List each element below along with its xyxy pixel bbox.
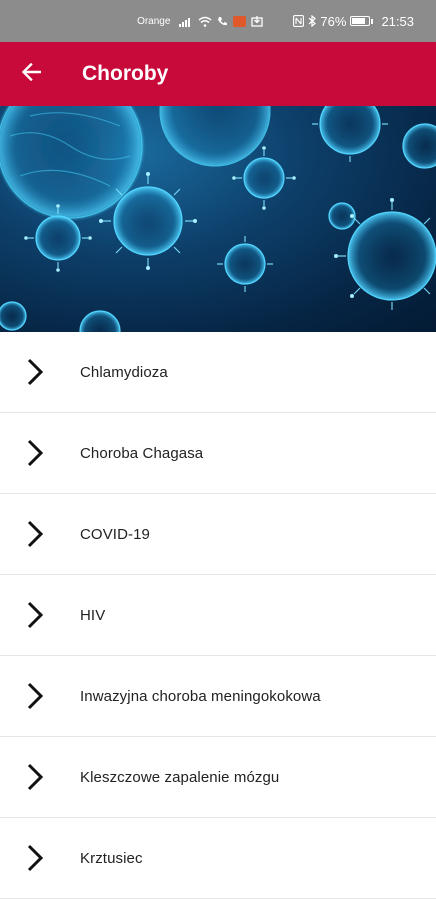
chevron-right-icon (0, 818, 80, 898)
chevron-right-icon (0, 656, 80, 736)
chevron-right-icon (0, 332, 80, 412)
status-bar: Orange 76% 21:53 (0, 0, 436, 42)
chevron-right-icon (0, 575, 80, 655)
call-icon (217, 16, 228, 27)
list-item-label: Choroba Chagasa (80, 444, 204, 462)
arrow-back-icon (21, 62, 42, 86)
carrier-label: Orange (137, 15, 171, 27)
disease-list: Chlamydioza Choroba Chagasa COVID-19 HIV… (0, 332, 436, 899)
signal-icon (179, 16, 193, 27)
list-item-label: Kleszczowe zapalenie mózgu (80, 768, 280, 786)
list-item-choroba-chagasa[interactable]: Choroba Chagasa (0, 413, 436, 494)
list-item-inwazyjna-choroba-meningokokowa[interactable]: Inwazyjna choroba meningokokowa (0, 656, 436, 737)
list-item-hiv[interactable]: HIV (0, 575, 436, 656)
list-item-covid-19[interactable]: COVID-19 (0, 494, 436, 575)
list-item-label: COVID-19 (80, 525, 150, 543)
battery-percent: 76% (320, 13, 347, 29)
hero-image (0, 106, 436, 332)
status-left-group: Orange (137, 15, 264, 27)
back-button[interactable] (0, 42, 62, 106)
bluetooth-icon (308, 15, 317, 27)
chevron-right-icon (0, 494, 80, 574)
virus-illustration (0, 106, 436, 332)
app-bar: Choroby (0, 42, 436, 106)
wifi-icon (198, 16, 212, 27)
download-icon (251, 15, 264, 27)
list-item-kleszczowe-zapalenie-mozgu[interactable]: Kleszczowe zapalenie mózgu (0, 737, 436, 818)
list-item-label: Chlamydioza (80, 363, 168, 381)
list-item-label: Krztusiec (80, 849, 143, 867)
clock: 21:53 (381, 13, 414, 29)
list-item-chlamydioza[interactable]: Chlamydioza (0, 332, 436, 413)
battery-tip (371, 18, 374, 24)
page-title: Choroby (82, 62, 169, 85)
notification-icon (233, 15, 247, 27)
list-item-label: HIV (80, 606, 106, 624)
chevron-right-icon (0, 737, 80, 817)
list-item-label: Inwazyjna choroba meningokokowa (80, 687, 321, 705)
nfc-icon (293, 15, 305, 27)
battery-icon (350, 16, 371, 26)
status-right-group: 76% 21:53 (293, 14, 414, 29)
list-item-krztusiec[interactable]: Krztusiec (0, 818, 436, 899)
chevron-right-icon (0, 413, 80, 493)
